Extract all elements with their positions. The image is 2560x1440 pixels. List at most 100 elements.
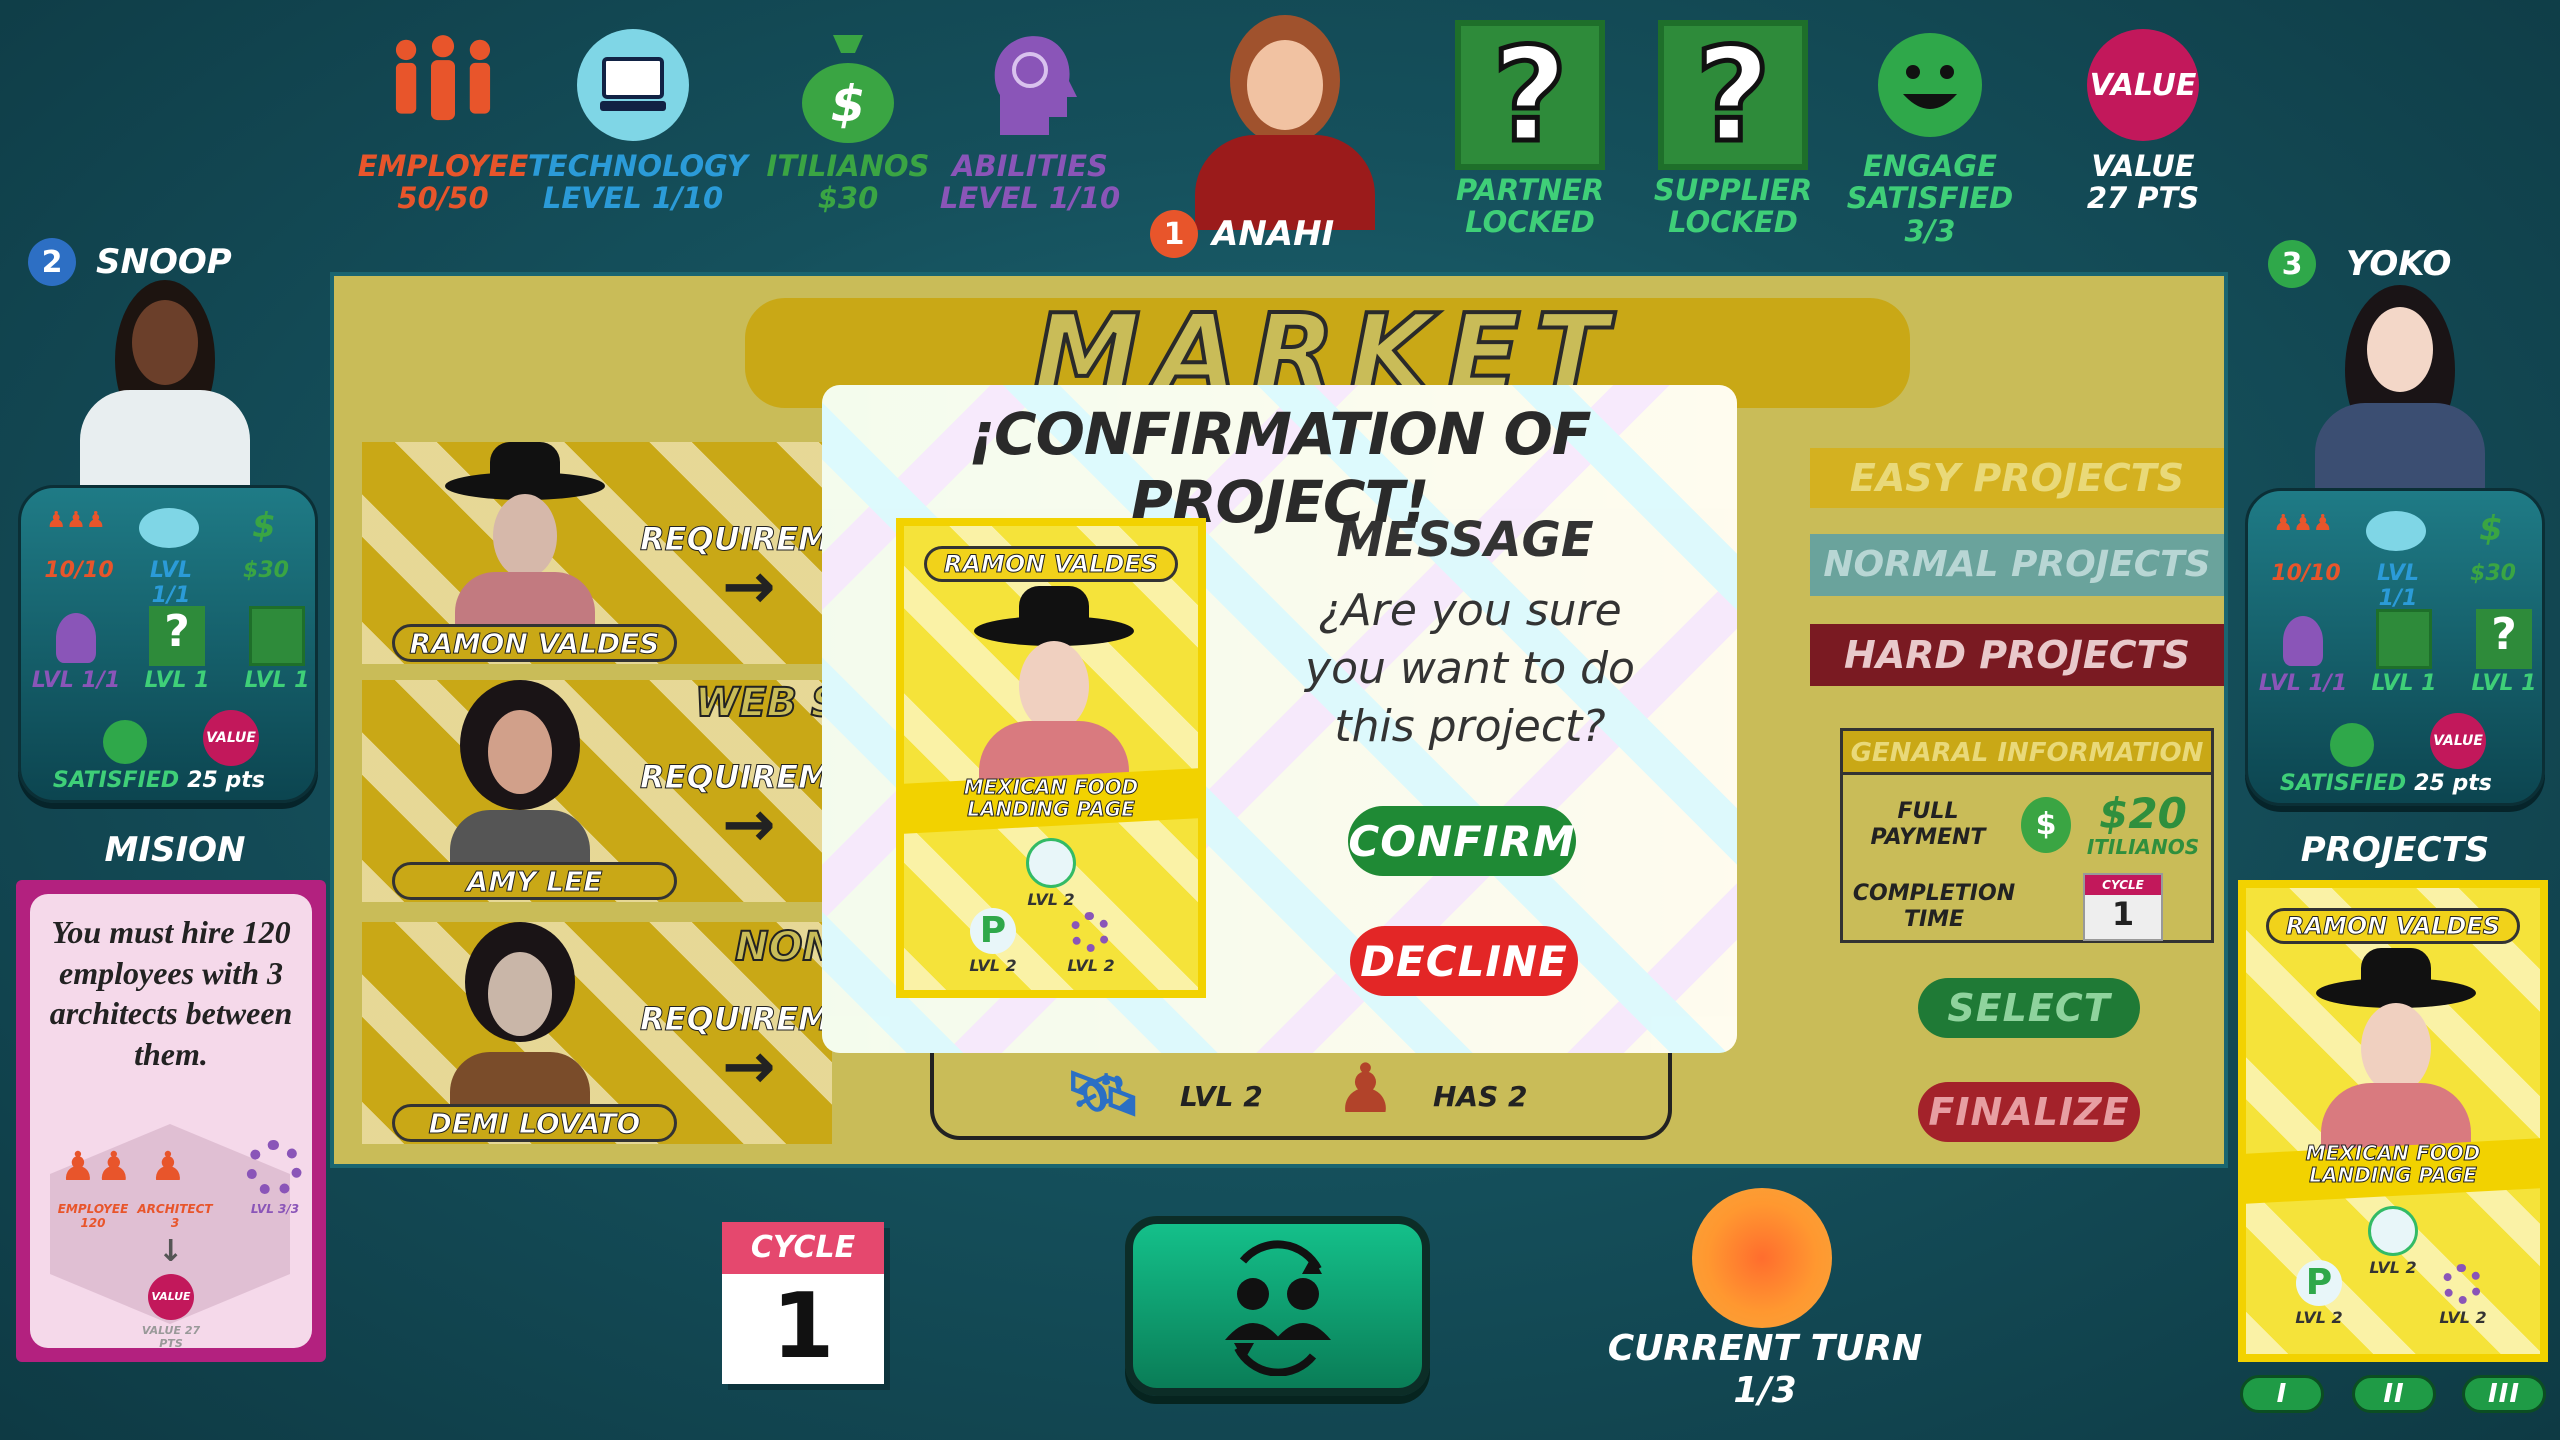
right-abilities: LVL 1/1 bbox=[2258, 671, 2348, 696]
supplier-value: LOCKED bbox=[1668, 205, 1798, 240]
right-status: SATISFIED bbox=[2279, 771, 2407, 796]
brain-head-icon bbox=[2283, 616, 2323, 666]
payment-currency: ITILIANOS bbox=[2086, 835, 2200, 859]
partner-value: LOCKED bbox=[1465, 205, 1595, 240]
supplier-label: SUPPLIER bbox=[1653, 173, 1813, 207]
value-stat[interactable]: VALUE VALUE 27 PTS bbox=[2038, 20, 2248, 215]
project-card-name: RAMON VALDES bbox=[2266, 908, 2520, 944]
arrow-right-icon: → bbox=[722, 550, 776, 624]
decline-button[interactable]: DECLINE bbox=[1350, 926, 1578, 996]
project-page-3[interactable]: III bbox=[2462, 1375, 2546, 1413]
employee-stat[interactable]: EMPLOYEE 50/50 bbox=[338, 20, 548, 215]
value-badge-icon: VALUE bbox=[2430, 713, 2486, 769]
mision-employee-label: EMPLOYEE bbox=[57, 1202, 129, 1216]
hard-projects-tab[interactable]: HARD PROJECTS bbox=[1810, 624, 2224, 686]
gear-icon bbox=[2442, 1264, 2482, 1304]
player-number-badge: 3 bbox=[2268, 240, 2316, 288]
value-badge-icon: VALUE bbox=[148, 1274, 194, 1320]
engage-stat[interactable]: ENGAGE SATISFIED 3/3 bbox=[1825, 20, 2035, 247]
left-money: $30 bbox=[243, 558, 289, 583]
engage-value: 3/3 bbox=[1904, 213, 1956, 248]
abilities-stat[interactable]: ABILITIES LEVEL 1/10 bbox=[925, 20, 1135, 215]
employees-icon: ♟♟♟ bbox=[46, 508, 106, 533]
finalize-button[interactable]: FINALIZE bbox=[1918, 1082, 2140, 1142]
general-info-panel: GENARAL INFORMATION FULL PAYMENT $ $20 I… bbox=[1840, 728, 2214, 943]
locked-question-icon: ? bbox=[2476, 609, 2532, 669]
right-player-panel[interactable]: ♟♟♟ 10/10 LVL 1/1 $ $30 LVL 1/1 LVL 1 ? … bbox=[2245, 488, 2545, 806]
technology-stat[interactable]: TECHNOLOGY LEVEL 1/10 bbox=[528, 20, 748, 215]
computer-icon bbox=[573, 20, 693, 150]
itilianos-stat[interactable]: $ ITILIANOS $30 bbox=[743, 20, 953, 215]
smiley-icon bbox=[103, 720, 147, 764]
left-player-name: SNOOP bbox=[96, 242, 232, 282]
left-player-avatar bbox=[70, 280, 260, 485]
project-card-subtitle: MEXICAN FOOD LANDING PAGE bbox=[2305, 1141, 2481, 1187]
turn-orb bbox=[1692, 1188, 1832, 1328]
left-player-panel[interactable]: ♟♟♟ 10/10 LVL 1/1 $ $30 LVL 1/1 ? LVL 1 … bbox=[18, 485, 318, 803]
project-page-1[interactable]: I bbox=[2240, 1375, 2324, 1413]
supplier-slot[interactable]: ? SUPPLIER LOCKED bbox=[1628, 17, 1838, 240]
right-tech: LVL 1/1 bbox=[2376, 561, 2420, 611]
cycle-value: 1 bbox=[771, 1274, 835, 1379]
partner-label: PARTNER bbox=[1455, 173, 1605, 207]
modal-message: ¿Are you sure you want to do this projec… bbox=[1305, 585, 1635, 753]
money-bag-icon: $ bbox=[2021, 797, 2071, 853]
arrow-down-icon: ↓ bbox=[158, 1234, 184, 1269]
tech-icon bbox=[2368, 1206, 2418, 1256]
employee-label: EMPLOYEE bbox=[357, 149, 529, 183]
left-status: SATISFIED bbox=[52, 768, 180, 793]
project-card[interactable]: RAMON VALDES MEXICAN FOOD LANDING PAGE L… bbox=[2238, 880, 2548, 1362]
current-player-name: ANAHI bbox=[1212, 214, 1335, 254]
select-button[interactable]: SELECT bbox=[1918, 978, 2140, 1038]
employees-icon: ♟♟ bbox=[60, 1144, 132, 1190]
general-info-title: GENARAL INFORMATION bbox=[1843, 731, 2211, 775]
mision-card[interactable]: You must hire 120 employees with 3 archi… bbox=[16, 880, 326, 1362]
swap-users-icon bbox=[1224, 1240, 1331, 1376]
right-slot3: LVL 1 bbox=[2471, 671, 2537, 696]
project-page-2[interactable]: II bbox=[2352, 1375, 2436, 1413]
requirements-box bbox=[930, 1040, 1672, 1140]
switch-turn-button[interactable] bbox=[1125, 1216, 1430, 1396]
locked-question-icon: ? bbox=[1658, 17, 1808, 174]
modal-project-card: RAMON VALDES MEXICAN FOOD LANDING PAGE L… bbox=[896, 518, 1206, 998]
gear-icon bbox=[246, 1140, 302, 1196]
project-tech-lvl: LVL 2 bbox=[2369, 1258, 2417, 1277]
calendar-cycle-label: CYCLE bbox=[2085, 875, 2161, 895]
completion-value: 1 bbox=[2111, 895, 2135, 933]
modal-card-name: RAMON VALDES bbox=[924, 546, 1178, 582]
player-number-badge: 1 bbox=[1150, 210, 1198, 258]
requirement-has: HAS 2 bbox=[1433, 1080, 1528, 1113]
current-turn-value: 1/3 bbox=[1733, 1370, 1797, 1411]
right-employees: 10/10 bbox=[2271, 561, 2341, 586]
computer-icon bbox=[139, 508, 199, 548]
projects-title: PROJECTS bbox=[2300, 830, 2490, 870]
mision-architect-value: 3 bbox=[170, 1216, 180, 1230]
cycle-label: CYCLE bbox=[722, 1222, 884, 1274]
mision-employee-value: 120 bbox=[80, 1216, 106, 1230]
tech-icon bbox=[1026, 838, 1076, 888]
brain-head-icon bbox=[56, 613, 96, 663]
partner-slot[interactable]: ? PARTNER LOCKED bbox=[1425, 17, 1635, 240]
smiley-icon bbox=[1870, 20, 1990, 150]
payment-label: FULL PAYMENT bbox=[1870, 799, 1986, 851]
requirement-lvl: LVL 2 bbox=[1180, 1080, 1263, 1113]
mision-architect-label: ARCHITECT bbox=[137, 1202, 213, 1216]
glasses-portrait bbox=[440, 922, 600, 1122]
current-turn-label: CURRENT TURN bbox=[1607, 1328, 1923, 1369]
gear-icon bbox=[1070, 912, 1110, 952]
right-pts: 25 pts bbox=[2414, 771, 2492, 796]
value-badge-icon: VALUE bbox=[203, 710, 259, 766]
right-player-name: YOKO bbox=[2346, 244, 2452, 284]
easy-projects-tab[interactable]: EASY PROJECTS bbox=[1810, 448, 2224, 508]
arrow-right-icon: → bbox=[722, 1030, 776, 1104]
current-player-tag: 1 ANAHI bbox=[1150, 210, 1334, 258]
mision-value-pts: VALUE 27 PTS bbox=[141, 1324, 201, 1350]
engage-label: ENGAGE bbox=[1863, 149, 1997, 183]
confirm-button[interactable]: CONFIRM bbox=[1348, 806, 1576, 876]
cowboy-hat-portrait bbox=[445, 442, 605, 642]
left-employees: 10/10 bbox=[44, 558, 114, 583]
left-slot3: LVL 1 bbox=[244, 668, 310, 693]
architect-icon: ♟ bbox=[150, 1144, 186, 1190]
normal-projects-tab[interactable]: NORMAL PROJECTS bbox=[1810, 534, 2224, 596]
partner-avatar-icon bbox=[249, 606, 305, 666]
